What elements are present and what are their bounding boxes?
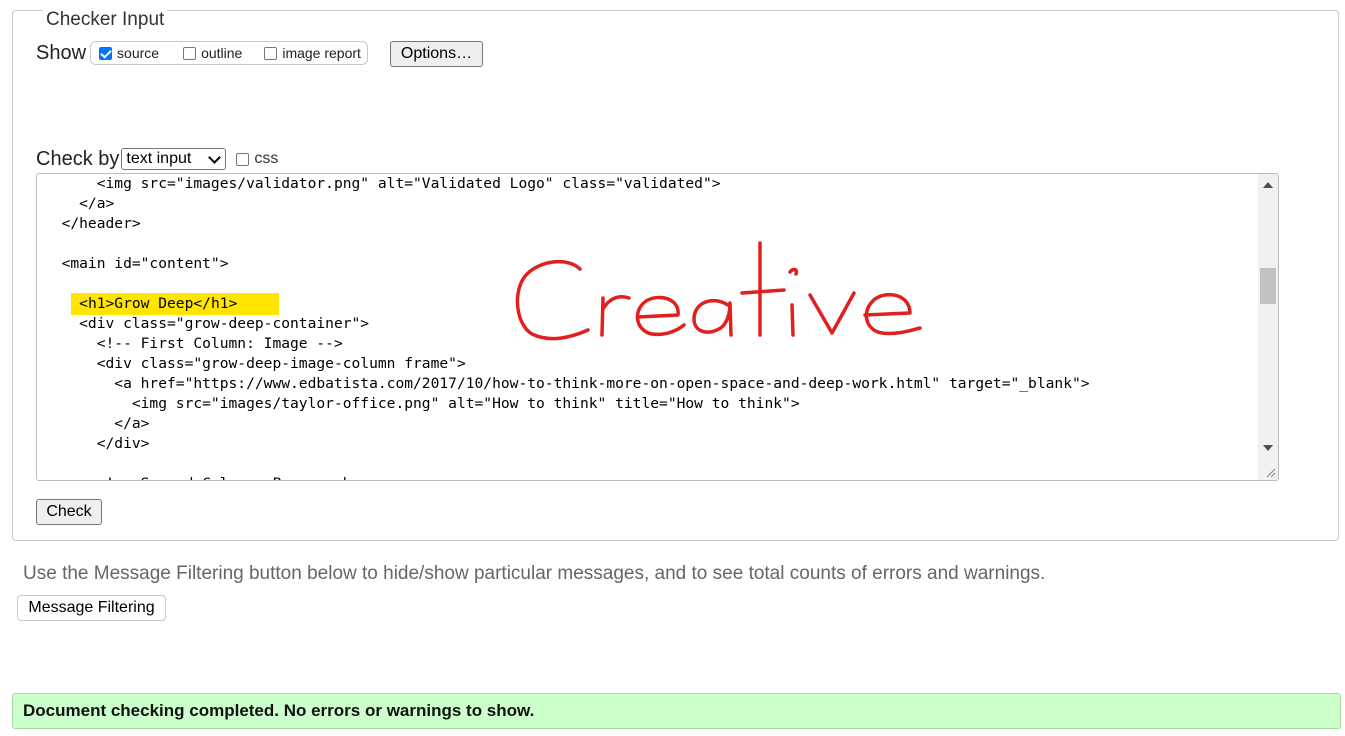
source-label[interactable]: source [117,45,159,61]
source-line[interactable]: </a> [44,414,1258,434]
source-line[interactable]: </a> [44,194,1258,214]
scrollbar-thumb[interactable] [1260,268,1276,304]
show-options-group: source outline image report [90,41,368,65]
css-option[interactable]: css [236,150,278,168]
source-line[interactable]: <div class="grow-deep-image-column frame… [44,354,1258,374]
source-checkbox[interactable] [99,46,113,60]
scroll-up-arrow-icon[interactable] [1263,182,1273,188]
image-report-label[interactable]: image report [282,45,361,61]
resize-grip-icon[interactable] [1264,466,1276,478]
chevron-down-icon[interactable] [208,150,222,164]
scroll-down-arrow-icon[interactable] [1263,445,1273,451]
check-by-selected-value[interactable]: text input [126,150,191,168]
status-message: Document checking completed. No errors o… [12,693,1341,729]
show-label: Show [36,41,87,64]
source-line[interactable]: <a href="https://www.edbatista.com/2017/… [44,374,1258,394]
source-line[interactable]: </header> [44,214,1258,234]
handwritten-annotation [515,241,922,341]
show-outline-option[interactable]: outline [183,45,242,61]
source-line[interactable] [44,454,1258,474]
show-row: Show source outline image report [36,40,368,66]
source-line[interactable]: <!-- Second Column: Paragraphs --> [44,474,1258,480]
checker-input-legend: Checker Input [43,9,168,31]
check-by-label: Check by [36,147,120,170]
css-checkbox[interactable] [236,152,250,166]
message-filtering-description: Use the Message Filtering button below t… [23,563,1046,584]
source-line[interactable]: <img src="images/validator.png" alt="Val… [44,174,1258,194]
show-source-option[interactable]: source [99,45,159,61]
highlighted-source-line[interactable]: <h1>Grow Deep</h1> [71,293,280,315]
source-line[interactable]: </div> [44,434,1258,454]
source-line[interactable]: <img src="images/taylor-office.png" alt=… [44,394,1258,414]
textarea-scrollbar[interactable] [1258,174,1278,480]
check-by-row: Check by text input css [36,146,278,172]
outline-checkbox[interactable] [183,46,197,60]
check-button[interactable]: Check [36,499,102,525]
css-label[interactable]: css [254,150,278,168]
show-image-report-option[interactable]: image report [264,45,361,61]
message-filtering-button[interactable]: Message Filtering [17,595,166,621]
outline-label[interactable]: outline [201,45,242,61]
options-button[interactable]: Options… [390,41,483,67]
check-by-select[interactable]: text input [121,148,227,170]
image-report-checkbox[interactable] [264,46,278,60]
